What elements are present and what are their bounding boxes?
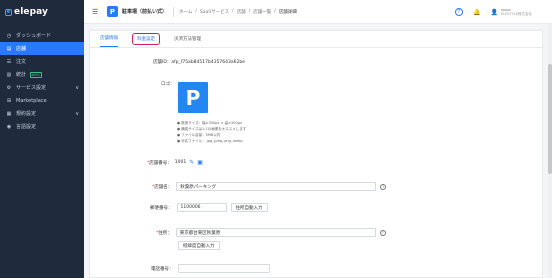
- sidebar-item-dashboard[interactable]: ◷ ダッシュボード: [0, 29, 84, 42]
- store-no-row: *店舗番号： 1001 ✎ ▣: [147, 159, 203, 166]
- terms-icon: ▦: [6, 110, 12, 117]
- breadcrumb-separator: /: [195, 8, 197, 14]
- elepay-logo-icon: e: [5, 8, 12, 16]
- user-org: ELESTYLE株式会社: [500, 11, 532, 16]
- top-header: ☰ P 駐車場（前払い式） ホーム / SaaSサービス / 店舗 / 店舗一覧…: [84, 0, 552, 24]
- tab-store-info[interactable]: 店舗情報: [100, 35, 118, 47]
- sidebar-item-label: 注文: [16, 59, 27, 65]
- tab-bar: 店舗情報 料金設定 決済方法管理: [90, 31, 542, 48]
- user-icon: 👤: [490, 8, 498, 16]
- store-logo-image[interactable]: P: [178, 82, 208, 113]
- sidebar-item-language[interactable]: ◉ 言語設定: [0, 120, 84, 133]
- latlng-autofill-button[interactable]: 経緯度自動入力: [178, 241, 220, 250]
- beta-badge: BETA: [30, 71, 42, 78]
- breadcrumb-store[interactable]: 店舗: [237, 9, 246, 15]
- store-name-label: *店舗名：: [152, 184, 173, 190]
- tab-fee-settings[interactable]: 料金設定: [132, 33, 160, 45]
- zip-row: 郵便番号： 1100006 住所自動入力: [150, 203, 268, 212]
- store-detail-card: 店舗情報 料金設定 決済方法管理 店舗ID： afp_f75ab84517b43…: [89, 30, 543, 278]
- page-scrollbar[interactable]: [548, 24, 552, 278]
- store-name-input[interactable]: 秋葉原パーキング: [176, 182, 377, 191]
- help-icon[interactable]: ?: [380, 183, 387, 190]
- sidebar: e elepay ◷ ダッシュボード ▤ 店舗 ☰ 注文 ▥ 統計 BETA ⚙…: [0, 0, 84, 278]
- bell-icon[interactable]: 🔔: [473, 9, 480, 16]
- zip-label: 郵便番号：: [150, 205, 173, 211]
- app-name: 駐車場（前払い式）: [122, 9, 168, 15]
- store-no-label: *店舗番号：: [147, 160, 172, 166]
- chevron-down-icon: ∨: [75, 84, 79, 91]
- breadcrumb-home[interactable]: ホーム: [179, 9, 192, 15]
- store-name-row: *店舗名： 秋葉原パーキング ?: [152, 182, 387, 191]
- logo-label-row: ロゴ：: [161, 81, 175, 87]
- store-id-row: 店舗ID： afp_f75ab84517b4357643a62be: [153, 59, 245, 66]
- breadcrumb: ホーム / SaaSサービス / 店舗 / 店舗一覧 / 店舗詳細: [179, 9, 297, 15]
- sidebar-item-marketplace[interactable]: ⊞ Marketplace: [0, 94, 84, 107]
- sidebar-item-label: 店舗: [16, 46, 27, 52]
- zip-input[interactable]: 1100006: [176, 203, 227, 212]
- store-id-value: afp_f75ab84517b4357643a62be: [171, 59, 245, 65]
- address-autofill-button[interactable]: 住所自動入力: [230, 203, 268, 212]
- logo-label: ロゴ：: [161, 82, 175, 87]
- sidebar-item-label: 統計: [16, 72, 27, 78]
- marketplace-icon: ⊞: [6, 97, 12, 104]
- breadcrumb-saas[interactable]: SaaSサービス: [200, 9, 229, 15]
- phone-input[interactable]: [177, 264, 270, 273]
- phone-label: 電話番号：: [151, 266, 174, 272]
- service-settings-icon: ⚙: [6, 84, 12, 91]
- chevron-down-icon: ∨: [75, 110, 79, 117]
- help-icon[interactable]: ?: [379, 229, 386, 236]
- address-row: *住所： 東京都台東区秋葉原 ?: [156, 228, 386, 237]
- store-icon: ▤: [6, 45, 12, 52]
- breadcrumb-store-detail: 店舗詳細: [278, 9, 297, 15]
- sidebar-item-label: サービス設定: [16, 85, 47, 91]
- brand-logo[interactable]: e elepay: [0, 0, 84, 24]
- stats-icon: ▥: [6, 71, 12, 78]
- header-divider: [173, 6, 175, 17]
- sidebar-item-store[interactable]: ▤ 店舗: [0, 42, 84, 55]
- menu-icon[interactable]: ☰: [92, 8, 100, 16]
- edit-icon[interactable]: ✎: [189, 159, 194, 166]
- breadcrumb-separator: /: [232, 8, 234, 14]
- sidebar-item-label: 言語設定: [16, 124, 37, 130]
- sidebar-item-label: Marketplace: [16, 97, 47, 104]
- sidebar-item-label: ダッシュボード: [16, 33, 52, 39]
- app-badge-icon: P: [107, 6, 118, 17]
- user-name-redacted: [500, 8, 511, 11]
- sidebar-item-label: 規約設定: [16, 111, 37, 117]
- phone-row: 電話番号：: [151, 264, 270, 273]
- address-label: *住所：: [156, 230, 172, 236]
- brand-name: elepay: [14, 7, 48, 17]
- store-no-value: 1001: [174, 160, 187, 165]
- tab-payment-methods[interactable]: 決済方法管理: [174, 36, 201, 47]
- dashboard-icon: ◷: [6, 32, 12, 39]
- language-icon: ◉: [6, 123, 12, 130]
- order-icon: ☰: [6, 58, 12, 65]
- main-content: 店舗情報 料金設定 決済方法管理 店舗ID： afp_f75ab84517b43…: [84, 24, 552, 278]
- logo-notes: ● 推奨サイズ：幅≥300px × 高≥300px ● 横縦サイズは1:1の画像…: [177, 120, 246, 144]
- qr-code-icon[interactable]: ▣: [197, 159, 203, 166]
- breadcrumb-separator: /: [248, 8, 251, 14]
- sidebar-item-orders[interactable]: ☰ 注文: [0, 55, 84, 68]
- sidebar-item-service-settings[interactable]: ⚙ サービス設定 ∨: [0, 81, 84, 94]
- store-id-label: 店舗ID：: [153, 60, 172, 65]
- breadcrumb-store-list[interactable]: 店舗一覧: [253, 9, 271, 15]
- header-actions: ? 🔔 👤 ELESTYLE株式会社: [454, 0, 532, 24]
- breadcrumb-separator: /: [274, 8, 276, 14]
- user-menu[interactable]: 👤 ELESTYLE株式会社: [490, 8, 532, 16]
- sidebar-item-stats[interactable]: ▥ 統計 BETA: [0, 68, 84, 81]
- sidebar-item-terms[interactable]: ▦ 規約設定 ∨: [0, 107, 84, 120]
- scrollbar-thumb[interactable]: [548, 64, 552, 174]
- address-input[interactable]: 東京都台東区秋葉原: [175, 228, 376, 237]
- logo-note-filetype: ● 対応ファイル：.jpg,.jpeg,.png,.webp: [177, 139, 243, 143]
- help-icon[interactable]: ?: [454, 8, 463, 16]
